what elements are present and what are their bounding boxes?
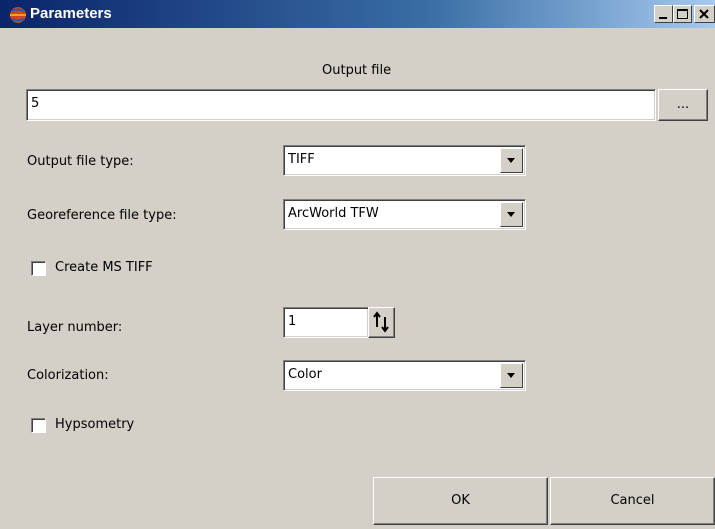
chevron-down-icon [507, 373, 515, 378]
create-ms-tiff-checkbox[interactable] [31, 261, 46, 276]
ok-button-label: OK [451, 493, 470, 508]
colorization-label: Colorization: [27, 368, 109, 383]
browse-button-label: ... [676, 97, 690, 112]
colorization-combo[interactable]: Color [283, 360, 526, 391]
hypsometry-checkbox[interactable] [31, 418, 46, 433]
browse-button[interactable]: ... [658, 89, 708, 121]
parameters-dialog: Parameters Output file 5 ... Output file… [0, 0, 715, 529]
title-bar[interactable]: Parameters [0, 0, 715, 28]
cancel-button-label: Cancel [610, 493, 655, 508]
output-file-input[interactable]: 5 [26, 89, 656, 121]
spin-arrows-icon [373, 311, 389, 333]
georeference-file-type-combo[interactable]: ArcWorld TFW [283, 199, 526, 230]
create-ms-tiff-label[interactable]: Create MS TIFF [55, 260, 153, 275]
globe-icon [9, 6, 27, 24]
cancel-button[interactable]: Cancel [550, 477, 715, 525]
output-file-type-value: TIFF [288, 152, 315, 167]
window-title: Parameters [30, 5, 112, 22]
output-file-type-label: Output file type: [27, 154, 134, 169]
georeference-file-type-dropdown-button[interactable] [500, 202, 523, 227]
close-icon [699, 9, 709, 19]
maximize-button[interactable] [673, 5, 692, 23]
layer-number-value: 1 [288, 314, 297, 329]
layer-number-spin-button[interactable] [368, 307, 395, 338]
georeference-file-type-label: Georeference file type: [27, 208, 177, 223]
chevron-down-icon [507, 158, 515, 163]
minimize-button[interactable] [654, 5, 673, 23]
hypsometry-label[interactable]: Hypsometry [55, 417, 134, 432]
ok-button[interactable]: OK [373, 477, 548, 525]
chevron-down-icon [507, 212, 515, 217]
output-file-value: 5 [31, 96, 40, 111]
output-file-type-combo[interactable]: TIFF [283, 145, 526, 176]
output-file-heading: Output file [322, 63, 392, 78]
colorization-dropdown-button[interactable] [500, 363, 523, 388]
minimize-icon [659, 17, 667, 19]
colorization-value: Color [288, 367, 322, 382]
output-file-type-dropdown-button[interactable] [500, 148, 523, 173]
close-button[interactable] [694, 5, 715, 23]
georeference-file-type-value: ArcWorld TFW [288, 206, 379, 221]
maximize-icon [677, 9, 688, 19]
layer-number-label: Layer number: [27, 320, 123, 335]
layer-number-input[interactable]: 1 [283, 307, 369, 338]
